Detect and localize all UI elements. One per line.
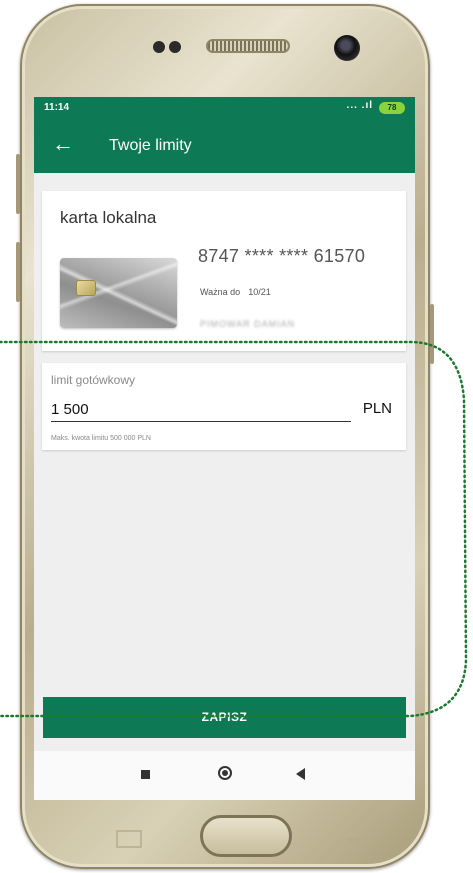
back-arrow-icon[interactable]: ← <box>52 131 74 157</box>
page-title: Twoje limity <box>109 137 192 154</box>
card-chip-icon <box>76 280 96 296</box>
bixby-button <box>16 242 20 302</box>
card-holder: PIMOWAR DAMIAN <box>200 319 296 329</box>
status-bar: 11:14 ... .ıl 78 <box>34 97 415 119</box>
earpiece-speaker <box>206 39 290 53</box>
save-button[interactable]: ZAPISZ <box>43 697 406 738</box>
limit-hint: Maks. kwota limitu 500 000 PLN <box>51 435 151 442</box>
card-image <box>60 258 177 328</box>
power-button <box>430 304 434 364</box>
nav-home-circle-icon[interactable] <box>218 766 232 780</box>
card-number: 8747 **** **** 61570 <box>198 246 366 266</box>
limit-label: limit gotówkowy <box>51 373 136 387</box>
sensor-dots <box>153 40 185 58</box>
limit-panel: limit gotówkowy PLN Maks. kwota limitu 5… <box>42 363 406 450</box>
card-validity: Ważna do 10/21 <box>200 287 271 297</box>
app-bar: ← Twoje limity <box>34 119 415 173</box>
hardware-back-key-icon: ↩ <box>347 832 361 849</box>
valid-label: Ważna do <box>200 287 241 297</box>
status-time: 11:14 <box>44 102 70 113</box>
limit-amount-input[interactable] <box>51 397 351 422</box>
nav-back-triangle-icon[interactable] <box>296 768 305 780</box>
hardware-home-button[interactable] <box>200 815 292 857</box>
signal-icon: ... .ıl <box>346 100 373 111</box>
card-panel: karta lokalna 8747 **** **** 61570 Ważna… <box>42 191 406 351</box>
hardware-recent-key-icon <box>116 830 142 848</box>
volume-button <box>16 154 20 214</box>
android-nav-bar <box>34 751 415 800</box>
front-camera <box>334 35 360 61</box>
valid-value: 10/21 <box>248 287 271 297</box>
nav-recent-square-icon[interactable] <box>141 770 150 779</box>
card-name: karta lokalna <box>60 208 157 227</box>
battery-icon: 78 <box>379 102 405 114</box>
phone-screen: 11:14 ... .ıl 78 ← Twoje limity karta lo… <box>34 97 415 800</box>
currency-label: PLN <box>362 400 392 417</box>
